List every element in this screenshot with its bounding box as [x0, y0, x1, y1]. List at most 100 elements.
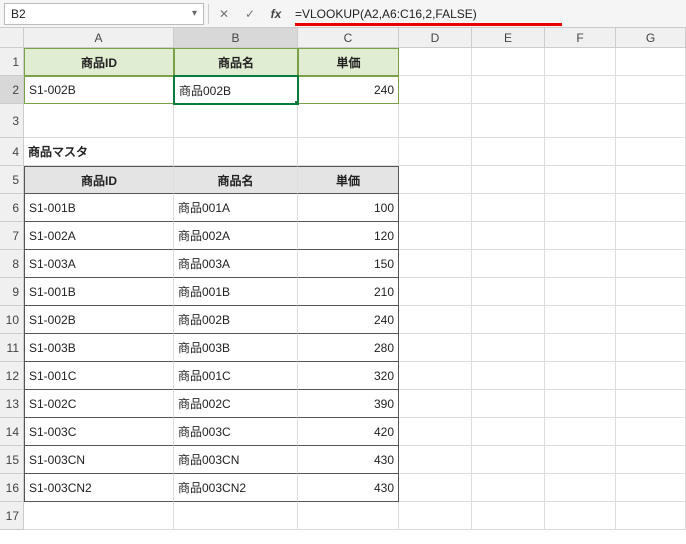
row-header[interactable]: 17 [0, 502, 24, 530]
cell[interactable] [399, 48, 472, 76]
cell[interactable] [399, 390, 472, 418]
row-header[interactable]: 4 [0, 138, 24, 166]
cell[interactable] [616, 306, 686, 334]
cell[interactable] [616, 502, 686, 530]
cell[interactable] [472, 306, 545, 334]
cell[interactable] [472, 446, 545, 474]
spreadsheet-grid[interactable]: A B C D E F G 1 商品ID 商品名 単価 2 S1-002B 商品… [0, 28, 686, 530]
cell[interactable] [545, 138, 616, 166]
row-header[interactable]: 13 [0, 390, 24, 418]
cell[interactable] [616, 48, 686, 76]
cell[interactable] [472, 390, 545, 418]
table-row[interactable]: 商品003B [174, 334, 298, 362]
cell[interactable] [545, 362, 616, 390]
cell[interactable] [616, 362, 686, 390]
cell-A4[interactable]: 商品マスタ [24, 138, 174, 166]
cell[interactable] [174, 104, 298, 138]
col-header-G[interactable]: G [616, 28, 686, 48]
cell-C5[interactable]: 単価 [298, 166, 399, 194]
table-row[interactable]: S1-001C [24, 362, 174, 390]
cell[interactable] [616, 446, 686, 474]
table-row[interactable]: S1-003C [24, 418, 174, 446]
table-row[interactable]: S1-001B [24, 194, 174, 222]
table-row[interactable]: S1-003CN2 [24, 474, 174, 502]
cell[interactable] [545, 306, 616, 334]
cell[interactable] [472, 362, 545, 390]
cell[interactable] [472, 166, 545, 194]
cell[interactable] [472, 194, 545, 222]
table-row[interactable]: S1-003CN [24, 446, 174, 474]
row-header[interactable]: 9 [0, 278, 24, 306]
cell[interactable] [472, 222, 545, 250]
cell[interactable] [472, 474, 545, 502]
table-row[interactable]: 商品003A [174, 250, 298, 278]
cell[interactable] [545, 48, 616, 76]
cell[interactable] [399, 138, 472, 166]
cell[interactable] [472, 334, 545, 362]
table-row[interactable]: 商品002C [174, 390, 298, 418]
cell[interactable] [545, 502, 616, 530]
cell-C1[interactable]: 単価 [298, 48, 399, 76]
cell[interactable] [545, 334, 616, 362]
cell[interactable] [399, 104, 472, 138]
cell[interactable] [472, 250, 545, 278]
cancel-icon[interactable]: ✕ [213, 3, 235, 25]
cell[interactable] [399, 474, 472, 502]
row-header[interactable]: 16 [0, 474, 24, 502]
cell[interactable] [545, 278, 616, 306]
table-row[interactable]: 商品003CN2 [174, 474, 298, 502]
cell-B2[interactable]: 商品002B [174, 76, 298, 104]
cell[interactable] [616, 138, 686, 166]
cell[interactable] [545, 390, 616, 418]
table-row[interactable]: 商品001C [174, 362, 298, 390]
table-row[interactable]: S1-002A [24, 222, 174, 250]
table-row[interactable]: S1-002C [24, 390, 174, 418]
cell[interactable] [545, 194, 616, 222]
table-row[interactable]: 商品001A [174, 194, 298, 222]
row-header[interactable]: 8 [0, 250, 24, 278]
cell[interactable] [174, 502, 298, 530]
name-box[interactable]: B2 ▾ [4, 3, 204, 25]
cell[interactable] [616, 278, 686, 306]
table-row[interactable]: 280 [298, 334, 399, 362]
table-row[interactable]: 商品003C [174, 418, 298, 446]
cell[interactable] [545, 446, 616, 474]
cell[interactable] [472, 418, 545, 446]
cell[interactable] [616, 104, 686, 138]
check-icon[interactable]: ✓ [239, 3, 261, 25]
row-header[interactable]: 11 [0, 334, 24, 362]
formula-input[interactable] [291, 3, 682, 25]
table-row[interactable]: S1-003B [24, 334, 174, 362]
row-header[interactable]: 7 [0, 222, 24, 250]
table-row[interactable]: 150 [298, 250, 399, 278]
cell[interactable] [472, 278, 545, 306]
row-header[interactable]: 14 [0, 418, 24, 446]
table-row[interactable]: S1-001B [24, 278, 174, 306]
cell[interactable] [616, 222, 686, 250]
cell[interactable] [616, 334, 686, 362]
col-header-F[interactable]: F [545, 28, 616, 48]
cell[interactable] [399, 418, 472, 446]
cell[interactable] [399, 76, 472, 104]
table-row[interactable]: 120 [298, 222, 399, 250]
cell-A2[interactable]: S1-002B [24, 76, 174, 104]
table-row[interactable]: 商品002A [174, 222, 298, 250]
cell[interactable] [399, 166, 472, 194]
cell[interactable] [545, 474, 616, 502]
row-header[interactable]: 15 [0, 446, 24, 474]
cell-A1[interactable]: 商品ID [24, 48, 174, 76]
cell[interactable] [399, 278, 472, 306]
cell[interactable] [399, 250, 472, 278]
cell[interactable] [472, 138, 545, 166]
table-row[interactable]: 240 [298, 306, 399, 334]
table-row[interactable]: S1-002B [24, 306, 174, 334]
cell[interactable] [616, 474, 686, 502]
cell[interactable] [24, 502, 174, 530]
cell[interactable] [399, 334, 472, 362]
row-header[interactable]: 10 [0, 306, 24, 334]
col-header-C[interactable]: C [298, 28, 399, 48]
cell[interactable] [298, 104, 399, 138]
table-row[interactable]: 100 [298, 194, 399, 222]
row-header[interactable]: 3 [0, 104, 24, 138]
col-header-D[interactable]: D [399, 28, 472, 48]
